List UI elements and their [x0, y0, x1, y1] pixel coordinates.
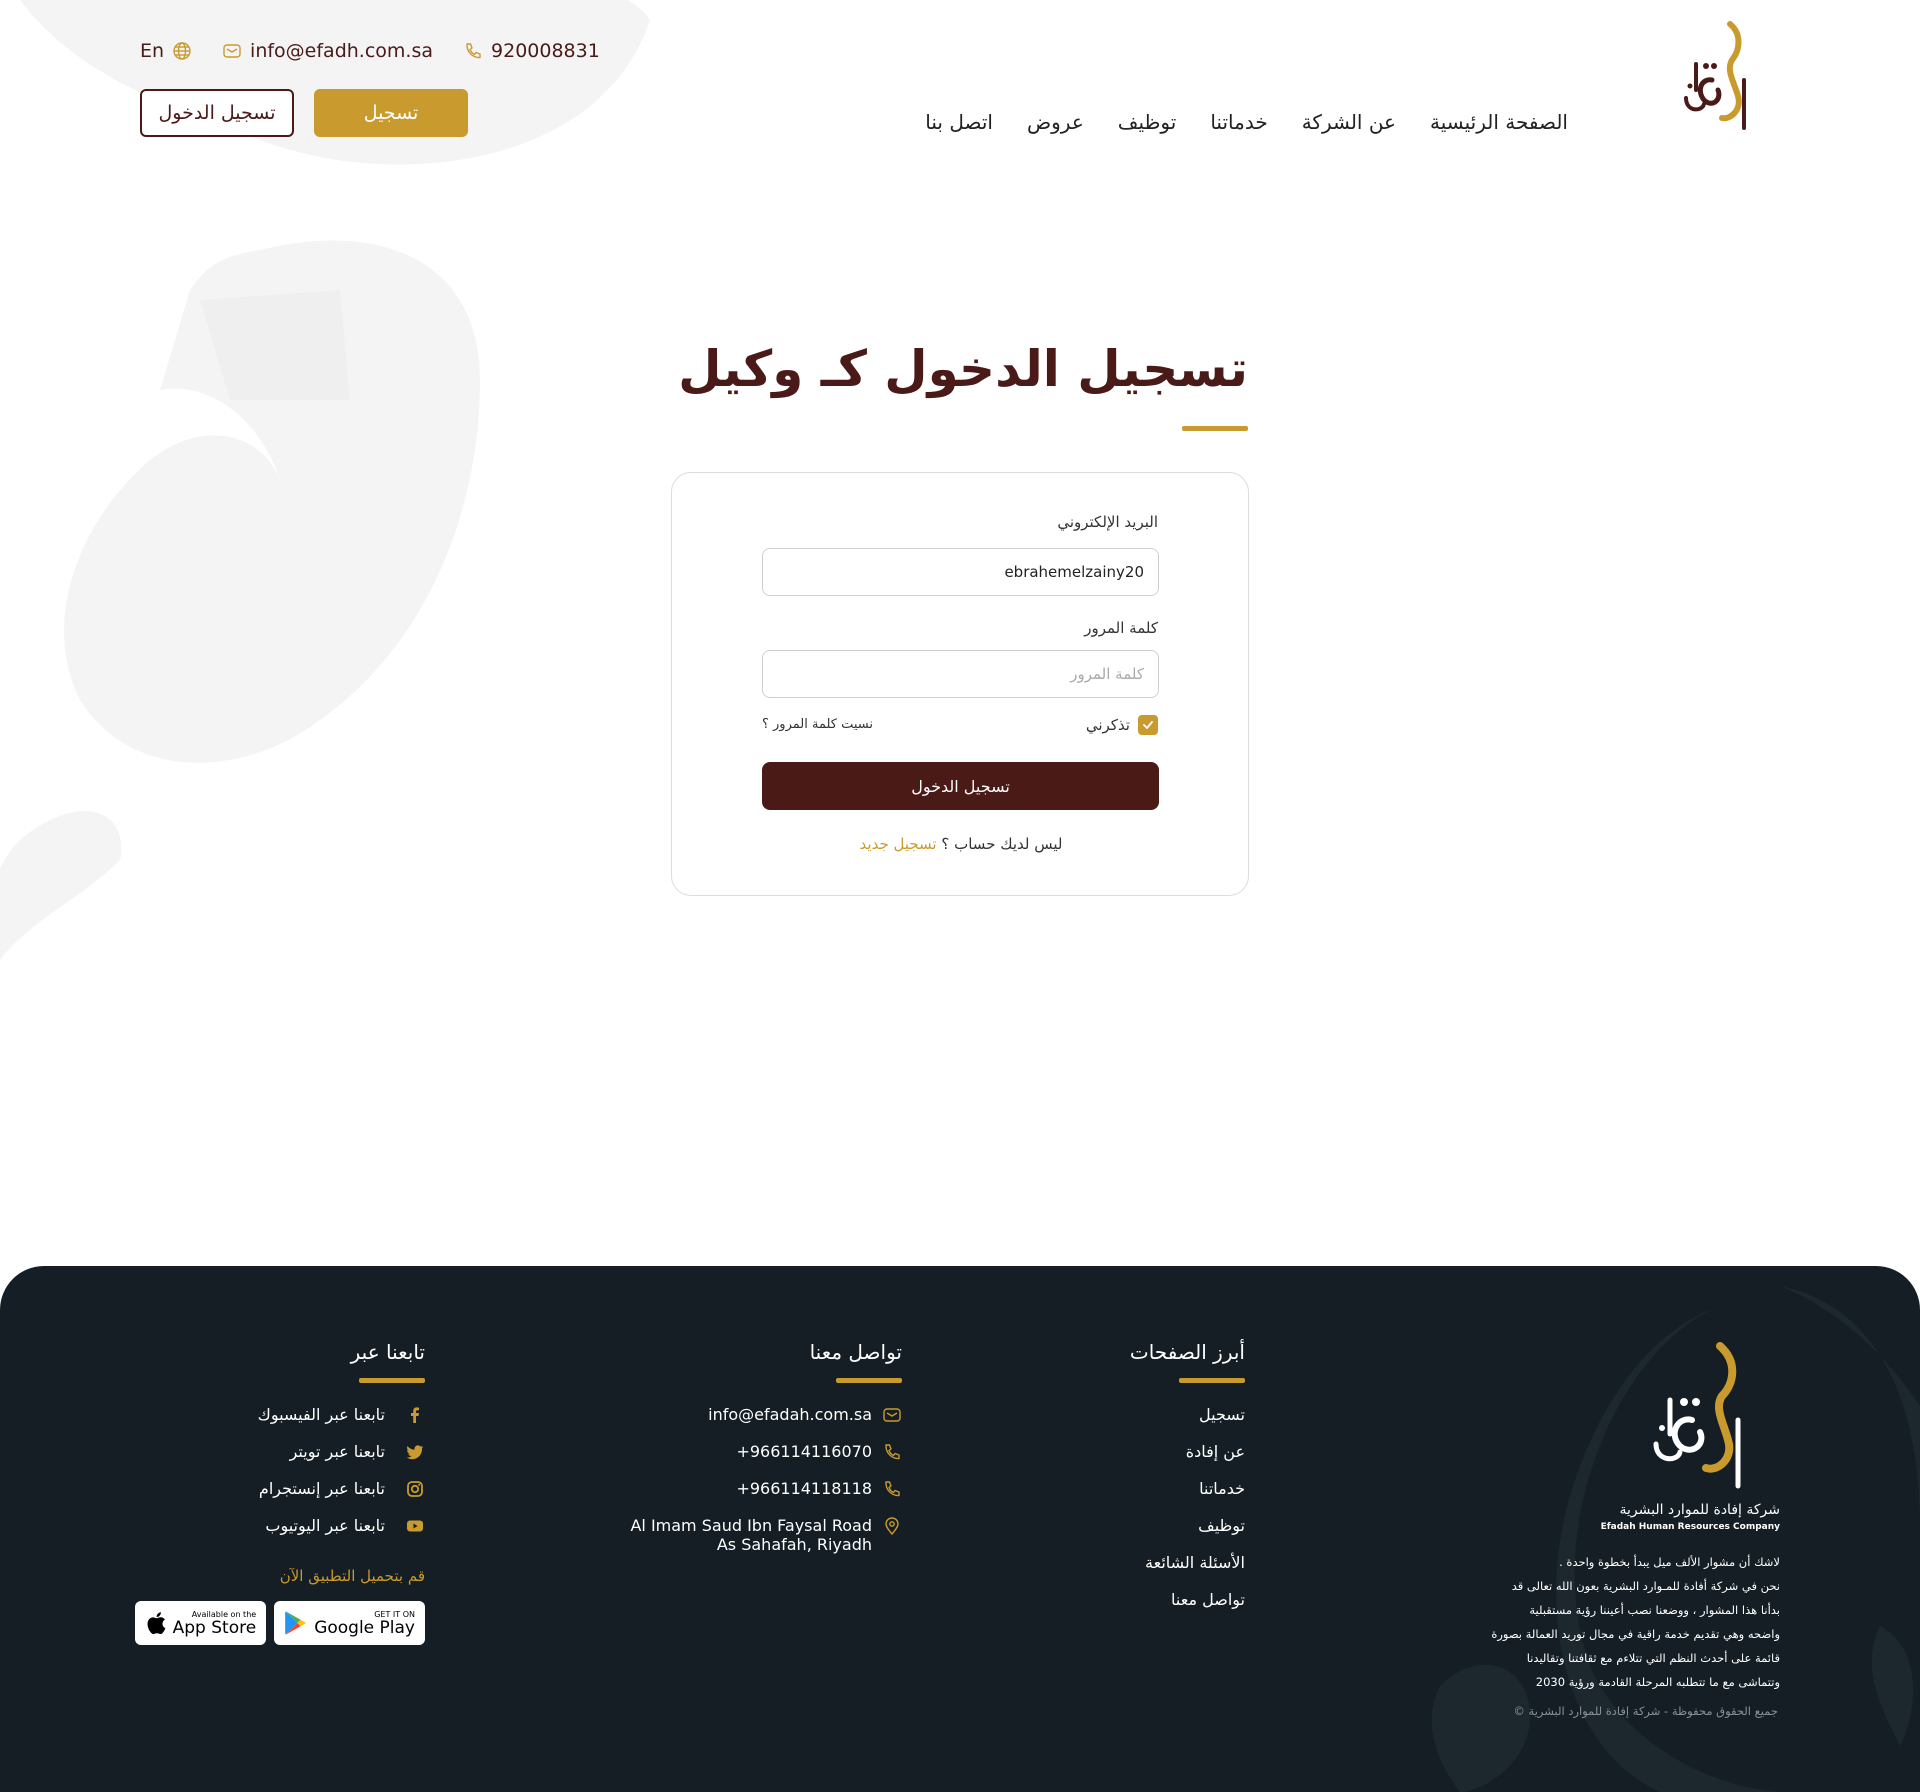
no-account-line: ليس لديك حساب ؟ تسجيل جديد	[672, 835, 1250, 853]
nav-item-contact[interactable]: اتصل بنا	[925, 110, 993, 134]
footer-link-about[interactable]: عن إفادة	[1130, 1442, 1245, 1479]
nav-item-about[interactable]: عن الشركة	[1302, 110, 1396, 134]
email-label: البريد الإلكتروني	[1057, 513, 1158, 531]
footer-email[interactable]: info@efadah.com.sa	[630, 1405, 902, 1442]
password-field[interactable]	[762, 650, 1159, 698]
app-store-badge[interactable]: Available on the App Store	[134, 1601, 267, 1645]
footer: شركة إفادة للموارد البشرية Efadah Human …	[0, 1266, 1920, 1792]
about-line: واضحه وهي تقديم خدمة راقية في مجال توريد…	[1491, 1627, 1780, 1641]
mail-icon	[883, 1408, 901, 1422]
nav-item-home[interactable]: الصفحة الرئيسية	[1430, 110, 1568, 134]
footer-brand-arabic: شركة إفادة للموارد البشرية	[1619, 1502, 1780, 1518]
email-field[interactable]	[762, 548, 1159, 596]
remember-checkbox[interactable]	[1138, 715, 1158, 735]
about-line: قائمة على أحدث النظم التي تتلاءم مع ثقاف…	[1526, 1651, 1780, 1665]
page-title: تسجيل الدخول كـ وكيل	[678, 340, 1248, 398]
social-youtube[interactable]: تابعنا عبر اليوتيوب	[135, 1516, 425, 1553]
twitter-icon	[406, 1445, 423, 1460]
footer-logo	[1653, 1342, 1741, 1489]
address-line-1: Al Imam Saud Ibn Faysal Road	[630, 1516, 872, 1535]
phone-icon	[466, 43, 481, 59]
instagram-icon	[407, 1481, 423, 1497]
register-button[interactable]: تسجيل	[314, 89, 468, 137]
remember-me[interactable]: تذكرني	[1086, 715, 1158, 735]
appstore-big-text: App Store	[172, 1617, 257, 1638]
address-line-2: As Sahafah, Riyadh	[716, 1535, 872, 1554]
nav-item-offers[interactable]: عروض	[1027, 110, 1084, 134]
google-play-icon	[285, 1611, 306, 1635]
remember-label: تذكرني	[1085, 716, 1130, 734]
footer-social-title: تابعنا عبر	[350, 1340, 425, 1364]
mail-icon	[223, 44, 241, 58]
forgot-password-link[interactable]: نسيت كلمة المرور ؟	[762, 717, 873, 732]
footer-phone-1-text: +966114116070	[736, 1442, 872, 1461]
globe-icon	[173, 42, 191, 60]
footer-social-underline	[359, 1378, 425, 1383]
header-contact-bar: En info@efadh.com.sa 920008831	[140, 40, 600, 62]
header-phone-text: 920008831	[491, 40, 600, 62]
about-line: وتتماشى مع ما تتطلبه المرحلة القادمة ورؤ…	[1535, 1675, 1780, 1689]
footer-link-register[interactable]: تسجيل	[1130, 1405, 1245, 1442]
login-card: البريد الإلكتروني كلمة المرور تذكرني نسي…	[671, 472, 1249, 896]
footer-brand-english: Efadah Human Resources Company	[1600, 1522, 1780, 1532]
footer-contact-column: تواصل معنا info@efadah.com.sa +966114116…	[630, 1340, 902, 1554]
about-line: نحن في شركة أفادة للمـوارد البشرية بعون …	[1511, 1579, 1780, 1593]
social-instagram-label: تابعنا عبر إنستجرام	[258, 1479, 385, 1498]
footer-link-services[interactable]: خدماتنا	[1130, 1479, 1245, 1516]
login-button[interactable]: تسجيل الدخول	[140, 89, 294, 137]
footer-pages-title: أبرز الصفحات	[1129, 1340, 1245, 1364]
language-label: En	[140, 40, 165, 62]
language-switch[interactable]: En	[140, 40, 192, 62]
social-twitter-label: تابعنا عبر تويتر	[289, 1442, 385, 1461]
google-play-badge[interactable]: GET IT ON Google Play	[274, 1601, 425, 1645]
header-email[interactable]: info@efadh.com.sa	[222, 40, 433, 62]
efadah-logo[interactable]	[1682, 20, 1762, 135]
social-twitter[interactable]: تابعنا عبر تويتر	[135, 1442, 425, 1479]
social-facebook-label: تابعنا عبر الفيسبوك	[257, 1405, 385, 1424]
footer-about-text: لاشك أن مشوار الألف ميل يبدأ بخطوة واحدة…	[1450, 1550, 1780, 1694]
youtube-icon	[407, 1520, 423, 1532]
footer-link-jobs[interactable]: توظيف	[1130, 1516, 1245, 1553]
location-pin-icon	[885, 1517, 899, 1536]
background-calligraphy-watermark	[0, 0, 650, 960]
submit-login-button[interactable]: تسجيل الدخول	[762, 762, 1159, 810]
footer-phone-2-text: +966114118118	[736, 1479, 872, 1498]
footer-pages-underline	[1179, 1378, 1245, 1383]
footer-phone-1[interactable]: +966114116070	[630, 1442, 902, 1479]
social-instagram[interactable]: تابعنا عبر إنستجرام	[135, 1479, 425, 1516]
footer-pages-column: أبرز الصفحات تسجيل عن إفادة خدماتنا توظي…	[1130, 1340, 1245, 1627]
phone-icon	[885, 1444, 900, 1460]
footer-contact-title: تواصل معنا	[809, 1340, 902, 1364]
password-label: كلمة المرور	[1084, 619, 1158, 637]
nav-item-services[interactable]: خدماتنا	[1210, 110, 1267, 134]
facebook-icon	[411, 1407, 419, 1423]
footer-contact-underline	[836, 1378, 902, 1383]
about-line: لاشك أن مشوار الألف ميل يبدأ بخطوة واحدة…	[1559, 1555, 1780, 1569]
about-line: بدأنا هذا المشوار ، ووضعنا نصب أعيننا رؤ…	[1529, 1603, 1780, 1617]
footer-address[interactable]: Al Imam Saud Ibn Faysal Road As Sahafah,…	[630, 1516, 902, 1554]
phone-icon	[885, 1481, 900, 1497]
social-youtube-label: تابعنا عبر اليوتيوب	[265, 1516, 385, 1535]
footer-address-text: Al Imam Saud Ibn Faysal Road As Sahafah,…	[630, 1516, 872, 1554]
download-app-text: قم بتحميل التطبيق الآن	[279, 1567, 425, 1585]
header-email-text: info@efadh.com.sa	[250, 40, 434, 62]
apple-icon	[147, 1612, 166, 1635]
footer-social-column: تابعنا عبر تابعنا عبر الفيسبوك تابعنا عب…	[134, 1340, 425, 1645]
nav-item-jobs[interactable]: توظيف	[1118, 110, 1177, 134]
main-nav: الصفحة الرئيسية عن الشركة خدماتنا توظيف …	[925, 110, 1568, 134]
app-store-badges: Available on the App Store GET IT ON Goo…	[134, 1601, 425, 1645]
footer-link-faq[interactable]: الأسئلة الشائعة	[1130, 1553, 1245, 1590]
copyright: جميع الحقوق محفوظة - شركة إفادة للموارد …	[1513, 1704, 1778, 1718]
no-account-text: ليس لديك حساب ؟	[941, 835, 1063, 853]
check-icon	[1143, 721, 1153, 729]
header-phone[interactable]: 920008831	[463, 40, 600, 62]
footer-phone-2[interactable]: +966114118118	[630, 1479, 902, 1516]
title-underline	[1182, 426, 1248, 431]
register-link[interactable]: تسجيل جديد	[860, 835, 937, 853]
footer-link-contact[interactable]: تواصل معنا	[1130, 1590, 1245, 1627]
footer-email-text: info@efadah.com.sa	[708, 1405, 872, 1424]
googleplay-big-text: Google Play	[314, 1617, 415, 1638]
social-facebook[interactable]: تابعنا عبر الفيسبوك	[135, 1405, 425, 1442]
